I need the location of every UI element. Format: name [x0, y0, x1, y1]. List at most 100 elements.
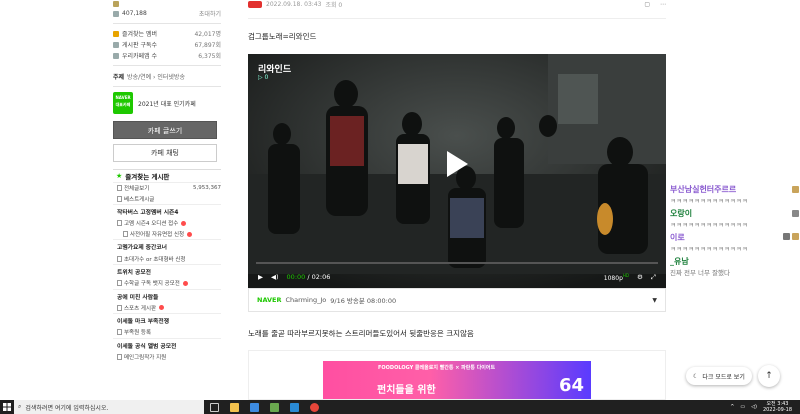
- chat-nick: 부산남실헌터주르르: [670, 185, 737, 194]
- new-badge-icon: [187, 231, 193, 237]
- taskbar-app-chrome[interactable]: [304, 400, 324, 414]
- crown-icon: [113, 1, 119, 7]
- ad-headline: 펀치들을 위한: [377, 385, 436, 396]
- ad-number: 64: [559, 375, 585, 396]
- award-banner[interactable]: NAVER 대표카페 2021년 대표 인기카페: [113, 91, 221, 115]
- stat-label: 게시판 구독수: [122, 42, 158, 49]
- post-views: 조회 0: [325, 1, 343, 9]
- post-body: 노래를 줄곧 따라부르지못하는 스트리머들도있어서 뒷줄반응은 크지않음: [248, 329, 474, 338]
- badge-icon: [792, 233, 799, 240]
- naver-award-badge: NAVER 대표카페: [113, 92, 133, 114]
- board-item[interactable]: 메인그림작가 지원: [113, 352, 221, 363]
- network-icon[interactable]: ▭: [740, 404, 745, 410]
- cafe-write-button[interactable]: 카페 글쓰기: [113, 121, 217, 139]
- badge-icon: [792, 210, 799, 217]
- scroll-top-button[interactable]: ↑: [758, 365, 780, 387]
- dark-mode-button[interactable]: ☾ 다크 모드로 보기: [686, 367, 752, 385]
- board-group-title: 공에 미친 사람들: [113, 288, 221, 303]
- badge-line: NAVER: [115, 95, 131, 100]
- chat-nick: 이로: [670, 233, 685, 242]
- chat-message: 오랑이 ㅋㅋㅋㅋㅋㅋㅋㅋㅋㅋㅋㅋㅋ: [670, 208, 748, 229]
- board-label: 메인그림작가 지원: [124, 355, 167, 362]
- board-item[interactable]: 초대가수 or 초대형바 신청: [113, 253, 221, 264]
- video-author[interactable]: Charming_Jo: [286, 296, 327, 304]
- board-item[interactable]: 스포츠 게시판: [113, 303, 221, 314]
- board-item[interactable]: 고멤 시즌4 오디션 접수: [113, 218, 221, 229]
- taskbar-app-vscode[interactable]: [284, 400, 304, 414]
- chat-nick: _유남: [670, 257, 689, 266]
- cafe-sidebar: 407,188 초대하기 즐겨찾는 멤버 42,017명 게시판 구독수 67,…: [113, 0, 221, 400]
- divider: [113, 86, 221, 87]
- cafe-chat-button[interactable]: 카페 채팅: [113, 144, 217, 162]
- search-icon: ⌕: [18, 403, 22, 410]
- chevron-down-icon[interactable]: ▼: [652, 297, 657, 304]
- windows-start-button[interactable]: [0, 400, 14, 414]
- member-count: 407,188: [122, 10, 147, 17]
- taskbar-app-minecraft[interactable]: [264, 400, 284, 414]
- ad-banner[interactable]: FOODOLOGY 콜레올로지 빨간통 × 파란통 다이어트 펀치들을 위한 6…: [323, 361, 591, 399]
- comment-icon[interactable]: ▢: [644, 1, 650, 8]
- video-caption: 9/16 방송분 08:00:00: [330, 297, 397, 305]
- board-item[interactable]: 사전어필 자유면접 신청: [113, 229, 221, 240]
- post-content: 2022.09.18. 03:43 조회 0 ▢ ⋯ 검그룹노래=리와인드 리와…: [248, 0, 666, 400]
- chat-message: 이로 ㅋㅋㅋㅋㅋㅋㅋㅋㅋㅋㅋㅋㅋ: [670, 232, 748, 253]
- chevron-up-icon[interactable]: ^: [730, 404, 734, 410]
- document-icon: [117, 354, 122, 361]
- star-icon: [113, 30, 119, 37]
- board-item-all[interactable]: 전체글보기 5,953,367: [113, 183, 221, 194]
- chat-text: ㅋㅋㅋㅋㅋㅋㅋㅋㅋㅋㅋㅋㅋ: [670, 221, 748, 229]
- board-item-best[interactable]: 베스트게시글: [113, 194, 221, 205]
- topic-label: 주제: [113, 73, 125, 81]
- board-item[interactable]: 수학글 구독 뱃지 공모전: [113, 278, 221, 289]
- member-count-row: [113, 0, 221, 8]
- fullscreen-icon[interactable]: ⤢: [651, 273, 656, 282]
- stat-value: 67,897회: [194, 42, 221, 49]
- chat-text: 진짜 전부 너무 잘했다: [670, 269, 731, 277]
- video-info-bar[interactable]: NAVER Charming_Jo 9/16 방송분 08:00:00 ▼: [248, 288, 666, 312]
- quality-selector[interactable]: 1080pHD: [604, 273, 629, 282]
- board-label: 전체글보기: [124, 186, 150, 193]
- windows-logo-icon: [3, 403, 11, 411]
- volume-icon[interactable]: ◀): [271, 273, 279, 281]
- video-player[interactable]: 리와인드 ▷ 0 ▶ ◀) 00:00 / 02:06 1080pHD ⚙ ⤢: [248, 54, 666, 288]
- taskbar-clock[interactable]: 오전 3:43 2022-09-18: [763, 401, 792, 413]
- chat-message: _유남 진짜 전부 너무 잘했다: [670, 256, 730, 277]
- dark-mode-label: 다크 모드로 보기: [702, 373, 745, 381]
- document-icon: [117, 185, 122, 192]
- document-icon: [117, 220, 122, 227]
- speaker-icon[interactable]: ◁): [751, 404, 757, 410]
- clock-date: 2022-09-18: [762, 407, 792, 413]
- taskbar-app-store[interactable]: [244, 400, 264, 414]
- board-label: 스포츠 게시판: [124, 305, 157, 312]
- board-icon: [113, 41, 119, 48]
- topic-value[interactable]: 방송/연예 › 인터넷방송: [127, 72, 185, 81]
- divider: [113, 23, 221, 24]
- people-icon: [113, 10, 119, 17]
- member-count-row: 407,188 초대하기: [113, 8, 221, 19]
- play-small-icon[interactable]: ▶: [258, 273, 263, 281]
- task-view-button[interactable]: [204, 400, 224, 414]
- document-icon: [117, 195, 122, 202]
- board-label: 사전어필 자유면접 신청: [130, 232, 185, 239]
- settings-icon[interactable]: ⚙: [637, 273, 643, 281]
- time-current: 00:00: [286, 273, 306, 281]
- viewer-number: 0: [264, 74, 269, 81]
- award-text: 2021년 대표 인기카페: [138, 100, 196, 108]
- chat-text: ㅋㅋㅋㅋㅋㅋㅋㅋㅋㅋㅋㅋㅋ: [670, 245, 748, 253]
- stat-value: 42,017명: [194, 31, 221, 38]
- star-icon: ★: [116, 172, 123, 180]
- chat-nick: 오랑이: [670, 209, 693, 218]
- share-icon[interactable]: ⋯: [660, 1, 666, 8]
- taskbar-search[interactable]: ⌕ 검색하려면 여기에 입력하십시오.: [14, 400, 204, 414]
- board-item[interactable]: 부족원 등록: [113, 327, 221, 338]
- video-progress-bar[interactable]: [256, 262, 658, 264]
- board-label: 부족원 등록: [124, 330, 152, 337]
- favorite-boards-header[interactable]: ★ 즐겨찾는 게시판: [113, 169, 221, 183]
- play-icon[interactable]: [445, 150, 469, 178]
- invite-link[interactable]: 초대하기: [199, 9, 221, 18]
- stat-label: 우리카페앱 수: [122, 53, 158, 60]
- taskbar-app-folder[interactable]: [224, 400, 244, 414]
- arrow-up-icon: ↑: [765, 371, 773, 381]
- ad-brand: FOODOLOGY 콜레올로지 빨간통 × 파란통 다이어트: [378, 364, 495, 371]
- board-group-title: 트위치 공모전: [113, 263, 221, 278]
